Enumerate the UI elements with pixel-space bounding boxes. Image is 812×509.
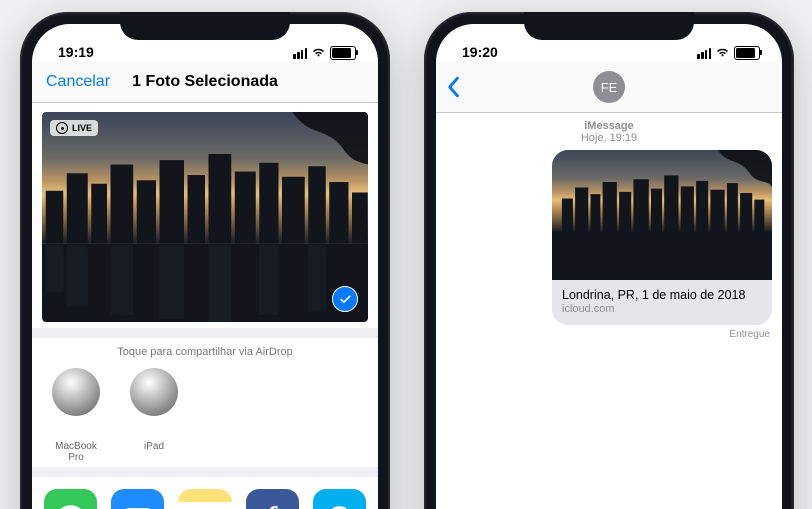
selected-photo[interactable]: LIVE [42, 112, 368, 322]
skyline-image [42, 112, 368, 322]
battery-icon [330, 46, 356, 60]
link-domain: icloud.com [562, 303, 762, 315]
live-photo-badge: LIVE [50, 120, 98, 136]
screen-messages: 19:20 FE iMessage [436, 24, 782, 509]
thread-timestamp: iMessage Hoje, 19:19 [436, 120, 782, 144]
battery-icon [734, 46, 760, 60]
share-app-facebook[interactable]: f [246, 489, 299, 509]
skype-s-icon: S [329, 501, 349, 509]
airdrop-target-macbook[interactable]: MacBook Pro [46, 368, 106, 463]
facebook-f-icon: f [267, 501, 277, 509]
contact-avatar[interactable]: FE [593, 71, 625, 103]
notes-icon [190, 503, 220, 509]
chat-bubble-icon [54, 501, 88, 509]
live-label: LIVE [72, 123, 92, 133]
sent-message-bubble[interactable]: Londrina, PR, 1 de maio de 2018 icloud.c… [552, 150, 772, 325]
status-time: 19:20 [462, 44, 498, 60]
airdrop-label: MacBook Pro [46, 441, 106, 463]
share-app-mail[interactable] [111, 489, 164, 509]
share-app-notes[interactable] [178, 489, 231, 509]
airdrop-avatar-icon [52, 368, 100, 416]
wifi-icon [715, 47, 730, 59]
wifi-icon [311, 47, 326, 59]
live-icon [56, 122, 68, 134]
status-time: 19:19 [58, 44, 94, 60]
status-indicators [697, 46, 760, 60]
airdrop-label: iPad [144, 441, 164, 452]
share-app-messages[interactable] [44, 489, 97, 509]
cancel-button[interactable]: Cancelar [46, 73, 110, 91]
share-navbar: Cancelar 1 Foto Selecionada [32, 62, 378, 103]
share-apps-row: f S [32, 477, 378, 509]
avatar-initials: FE [601, 80, 618, 95]
message-image [552, 150, 772, 280]
iphone-right: 19:20 FE iMessage [424, 12, 794, 509]
selected-checkmark-icon[interactable] [332, 286, 358, 312]
chevron-left-icon [446, 76, 460, 98]
link-title: Londrina, PR, 1 de maio de 2018 [562, 288, 762, 302]
cellular-icon [697, 48, 711, 59]
airdrop-target-ipad[interactable]: iPad [124, 368, 184, 463]
envelope-icon [121, 501, 155, 509]
messages-navbar: FE [436, 62, 782, 113]
airdrop-avatar-icon [130, 368, 178, 416]
read-receipt: Entregue [436, 329, 770, 340]
notch [120, 12, 290, 40]
status-indicators [293, 46, 356, 60]
share-app-skype[interactable]: S [313, 489, 366, 509]
iphone-left: 19:19 Cancelar 1 Foto Selecionada [20, 12, 390, 509]
selected-photo-area: LIVE [32, 102, 378, 328]
screen-share-sheet: 19:19 Cancelar 1 Foto Selecionada [32, 24, 378, 509]
airdrop-hint: Toque para compartilhar via AirDrop [32, 346, 378, 358]
cellular-icon [293, 48, 307, 59]
notch [524, 12, 694, 40]
back-button[interactable] [446, 76, 460, 103]
